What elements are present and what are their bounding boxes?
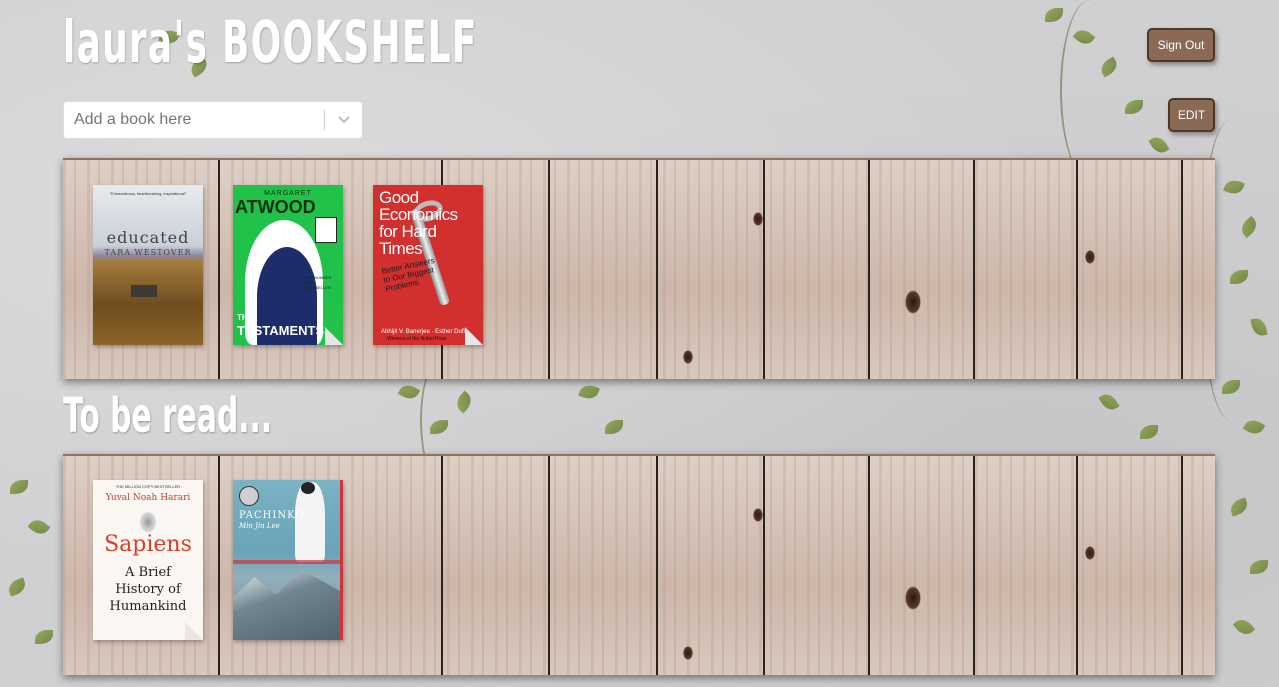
woman-figure-image — [295, 482, 325, 562]
edit-button[interactable]: EDIT — [1168, 98, 1215, 132]
book-title: TESTAMENTS — [237, 323, 325, 338]
book-authors: Abhijit V. Banerjee · Esther Duflo — [381, 329, 469, 335]
book-cover-pachinko[interactable]: PACHINKO Min Jin Lee — [233, 480, 343, 640]
booker-prize-badge — [315, 217, 337, 243]
book-author-first: MARGARET — [264, 190, 312, 197]
book-author: TARA WESTOVER — [104, 248, 192, 257]
book-top-line: THE MILLION COPY BESTSELLER — [115, 484, 181, 489]
book-note: Winners of the Nobel Prize — [387, 336, 447, 342]
sign-out-button[interactable]: Sign Out — [1147, 28, 1215, 62]
mountain-image — [233, 570, 340, 640]
to-be-read-shelf: THE MILLION COPY BESTSELLER Yuval Noah H… — [63, 454, 1215, 675]
book-cover-sapiens[interactable]: THE MILLION COPY BESTSELLER Yuval Noah H… — [93, 480, 203, 640]
chevron-down-icon[interactable] — [325, 102, 362, 138]
book-author-last: ATWOOD — [235, 197, 316, 217]
book-title: Good Economics for Hard Times — [379, 188, 458, 258]
add-book-select[interactable] — [63, 101, 363, 139]
book-title: PACHINKO — [239, 510, 305, 521]
book-author: Min Jin Lee — [239, 522, 280, 530]
to-be-read-heading: To be read... — [63, 388, 273, 444]
add-book-input[interactable] — [64, 102, 324, 138]
book-cover-good-economics[interactable]: Good Economics for Hard Times Better Ans… — [373, 185, 483, 345]
desk-image — [131, 285, 157, 297]
fingerprint-image — [140, 512, 156, 532]
book-subtitle: A Brief History of Humankind — [109, 565, 187, 614]
red-stripe — [233, 560, 340, 564]
book-tagline: THE NUMBER ONE BESTSELLER — [305, 275, 332, 290]
figure-hair — [301, 482, 315, 494]
book-title-prefix: THE — [237, 313, 253, 322]
book-blurb: "Extraordinary, heartbreaking, inspirati… — [109, 191, 187, 196]
page-curl — [325, 327, 343, 345]
award-badge-icon — [239, 486, 259, 506]
book-cover-testaments[interactable]: MARGARET ATWOOD THE NUMBER ONE BESTSELLE… — [233, 185, 343, 345]
book-subtitle: Better Answers to Our Biggest Problems — [380, 255, 436, 294]
book-title: educated — [106, 228, 190, 247]
book-cover-educated[interactable]: "Extraordinary, heartbreaking, inspirati… — [93, 185, 203, 345]
read-shelf: "Extraordinary, heartbreaking, inspirati… — [63, 158, 1215, 379]
book-title: Sapiens — [104, 532, 192, 557]
book-author: Yuval Noah Harari — [105, 493, 191, 503]
app-title: laura's BOOKSHELF — [63, 8, 478, 76]
page-curl — [465, 327, 483, 345]
page-curl — [185, 622, 203, 640]
